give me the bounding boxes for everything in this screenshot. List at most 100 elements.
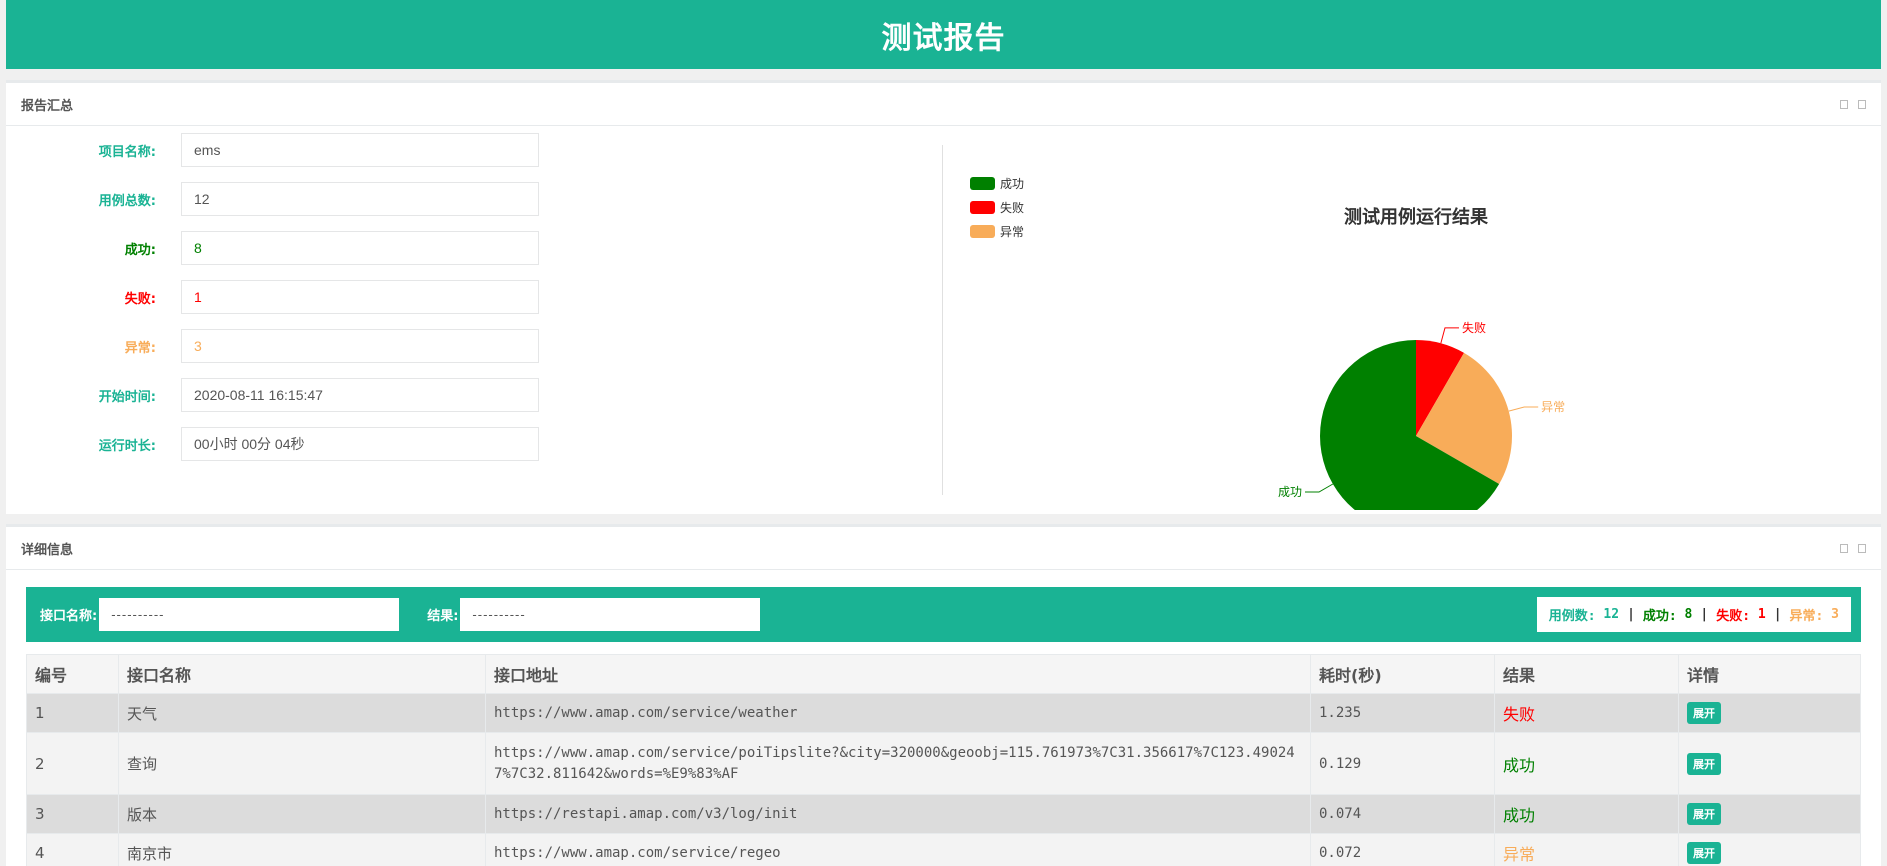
row-name: 南京市 — [118, 833, 486, 866]
expand-button[interactable]: 展开 — [1687, 842, 1721, 864]
summary-field-row: 项目名称: ems — [6, 133, 566, 167]
stats-separator: | — [1773, 607, 1782, 622]
expand-button[interactable]: 展开 — [1687, 702, 1721, 724]
summary-divider — [942, 145, 943, 495]
row-time: 0.074 — [1310, 794, 1495, 834]
summary-field-label: 运行时长: — [98, 438, 156, 454]
summary-field-label: 失败: — [124, 291, 156, 307]
col-header-name: 接口名称 — [118, 654, 486, 694]
summary-field-value[interactable]: 00小时 00分 04秒 — [181, 427, 539, 461]
row-detail: 展开 — [1678, 794, 1861, 834]
summary-field-value[interactable]: 12 — [181, 182, 539, 216]
legend-swatch[interactable] — [970, 201, 995, 214]
stats-summary: 用例数: 12 | 成功: 8 | 失败: 1 | 异常: 3 — [1536, 597, 1851, 632]
summary-field-row: 异常: 3 — [6, 329, 566, 363]
summary-panel-header: 报告汇总 — [6, 83, 1881, 126]
row-time: 0.072 — [1310, 833, 1495, 866]
row-result: 成功 — [1494, 732, 1679, 795]
summary-panel: 报告汇总 项目名称: ems 用例总数: 12 成功: 8 失败: 1 异常: 3 开始时间: 202… — [6, 80, 1881, 514]
col-header-detail: 详情 — [1678, 654, 1861, 694]
detail-table: 编号 接口名称 接口地址 耗时(秒) 结果 详情 1 天气 https://www.… — [26, 654, 1861, 866]
summary-field-label: 开始时间: — [98, 389, 156, 405]
chart-title: 测试用例运行结果 — [1344, 206, 1489, 228]
row-time: 1.235 — [1310, 693, 1495, 733]
row-url: https://www.amap.com/service/poiTipslite… — [485, 732, 1311, 795]
row-result: 成功 — [1494, 794, 1679, 834]
panel-tools — [1840, 99, 1866, 109]
row-url: https://www.amap.com/service/weather — [485, 693, 1311, 733]
table-row: 4 南京市 https://www.amap.com/service/regeo 0.… — [26, 833, 1861, 866]
summary-field-row: 开始时间: 2020-08-11 16:15:47 — [6, 378, 566, 412]
stats-separator: | — [1700, 607, 1709, 622]
legend-swatch[interactable] — [970, 177, 995, 190]
stats-total: 12 — [1603, 607, 1620, 622]
summary-field-label: 项目名称: — [98, 144, 156, 160]
collapse-icon[interactable] — [1840, 543, 1848, 553]
table-header-row: 编号 接口名称 接口地址 耗时(秒) 结果 详情 — [26, 654, 1861, 694]
detail-panel-title: 详细信息 — [21, 542, 74, 558]
stats-success-label: 成功: — [1642, 609, 1677, 624]
table-row: 3 版本 https://restapi.amap.com/v3/log/init 0… — [26, 794, 1861, 834]
stats-error-label: 异常: — [1789, 609, 1824, 624]
legend-label[interactable]: 失败 — [1000, 200, 1024, 215]
legend-label[interactable]: 成功 — [1000, 177, 1024, 191]
summary-field-row: 成功: 8 — [6, 231, 566, 265]
collapse-icon[interactable] — [1840, 99, 1848, 109]
stats-separator: | — [1627, 607, 1635, 622]
expand-button[interactable]: 展开 — [1687, 752, 1721, 775]
detail-panel: 详细信息 接口名称: ---------- 结果: ---------- 用例数… — [6, 524, 1881, 866]
table-body: 1 天气 https://www.amap.com/service/weather 1… — [26, 693, 1861, 866]
pie-label-line — [1440, 327, 1459, 344]
pie-label-line — [1508, 406, 1539, 412]
report-header: 测试报告 — [6, 0, 1881, 69]
col-header-result: 结果 — [1494, 654, 1679, 694]
row-detail: 展开 — [1678, 833, 1861, 866]
row-result: 异常 — [1494, 833, 1679, 866]
stats-fail: 1 — [1757, 607, 1766, 622]
summary-panel-title: 报告汇总 — [21, 98, 74, 114]
summary-field-value[interactable]: 8 — [181, 231, 539, 265]
expand-button[interactable]: 展开 — [1687, 803, 1721, 825]
row-id: 4 — [26, 833, 119, 866]
summary-field-value[interactable]: 1 — [181, 280, 539, 314]
row-time: 0.129 — [1310, 732, 1495, 795]
filter-toolbar: 接口名称: ---------- 结果: ---------- 用例数: 12 … — [26, 587, 1861, 642]
row-id: 3 — [26, 794, 119, 834]
row-name: 版本 — [118, 794, 486, 834]
summary-field-row: 失败: 1 — [6, 280, 566, 314]
pie-label: 成功 — [1278, 485, 1302, 499]
stats-success: 8 — [1684, 607, 1693, 622]
summary-field-value[interactable]: ems — [181, 133, 539, 167]
legend-label[interactable]: 异常 — [1000, 225, 1024, 239]
stats-fail-label: 失败: — [1716, 609, 1751, 624]
table-row: 1 天气 https://www.amap.com/service/weather 1… — [26, 693, 1861, 733]
name-filter-input[interactable]: ---------- — [99, 598, 400, 631]
summary-field-value[interactable]: 3 — [181, 329, 539, 363]
name-filter-label: 接口名称: — [40, 609, 98, 624]
legend-swatch[interactable] — [970, 225, 995, 238]
col-header-time: 耗时(秒) — [1310, 654, 1495, 694]
row-id: 2 — [26, 732, 119, 795]
result-filter-input[interactable]: ---------- — [460, 598, 761, 631]
row-id: 1 — [26, 693, 119, 733]
table-row: 2 查询 https://www.amap.com/service/poiTipsl… — [26, 732, 1861, 795]
row-name: 天气 — [118, 693, 486, 733]
result-filter-label: 结果: — [427, 609, 459, 624]
stats-error: 3 — [1831, 607, 1839, 622]
row-url: https://www.amap.com/service/regeo — [485, 833, 1311, 866]
close-icon[interactable] — [1858, 543, 1866, 553]
row-url: https://restapi.amap.com/v3/log/init — [485, 794, 1311, 834]
page-title: 测试报告 — [881, 20, 1006, 56]
pie-label: 异常 — [1541, 400, 1565, 414]
detail-panel-header: 详细信息 — [6, 527, 1881, 570]
result-pie-chart: 测试用例运行结果成功失败异常失败异常成功 — [970, 177, 1565, 510]
summary-field-value[interactable]: 2020-08-11 16:15:47 — [181, 378, 539, 412]
row-detail: 展开 — [1678, 693, 1861, 733]
summary-field-row: 用例总数: 12 — [6, 182, 566, 216]
summary-field-row: 运行时长: 00小时 00分 04秒 — [6, 427, 566, 461]
row-name: 查询 — [118, 732, 486, 795]
col-header-url: 接口地址 — [485, 654, 1311, 694]
stats-total-label: 用例数: — [1548, 609, 1596, 624]
close-icon[interactable] — [1858, 99, 1866, 109]
summary-field-label: 成功: — [124, 242, 156, 258]
